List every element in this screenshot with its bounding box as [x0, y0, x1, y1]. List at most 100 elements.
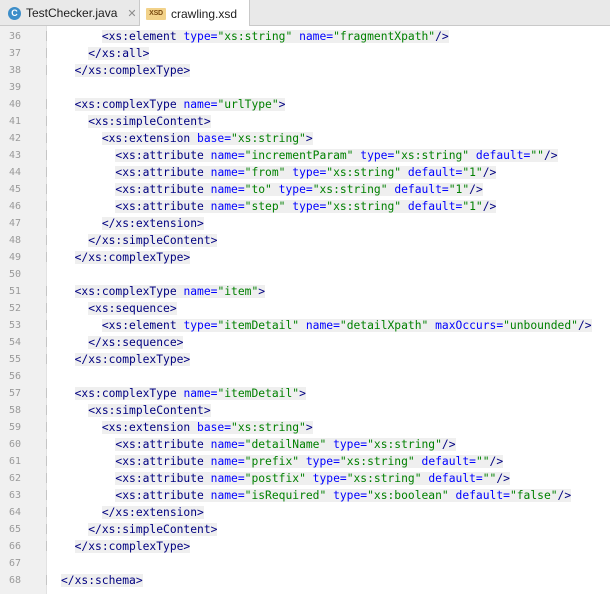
token-val: "itemDetail" — [217, 387, 300, 400]
fold-guide — [46, 235, 55, 245]
code-line[interactable]: 48 </xs:simpleContent> — [0, 232, 610, 249]
line-number: 42 — [8, 133, 21, 144]
xml-tag: <xs:extension base="xs:string"> — [101, 132, 313, 145]
line-number: 36 — [8, 31, 21, 42]
token-val: "xs:string" — [394, 149, 476, 162]
token-tag: > — [305, 132, 313, 145]
code-line[interactable]: 51 <xs:complexType name="item"> — [0, 283, 610, 300]
code-line[interactable]: 45 <xs:attribute name="to" type="xs:stri… — [0, 181, 610, 198]
tab-testchecker-java[interactable]: C TestChecker.java ✕ — [0, 0, 140, 26]
line-number: 68 — [8, 575, 21, 586]
fold-guide — [46, 48, 55, 58]
line-number: 53 — [8, 320, 21, 331]
token-attr: base= — [197, 421, 232, 434]
fold-guide — [46, 167, 55, 177]
close-tab-icon[interactable]: ✕ — [127, 7, 136, 20]
code-text: <xs:attribute name="prefix" type="xs:str… — [61, 453, 504, 470]
fold-guide — [46, 541, 55, 551]
code-line[interactable]: 65 </xs:simpleContent> — [0, 521, 610, 538]
code-line[interactable]: 46 <xs:attribute name="step" type="xs:st… — [0, 198, 610, 215]
code-line[interactable]: 39 — [0, 79, 610, 96]
code-line[interactable]: 58 <xs:simpleContent> — [0, 402, 610, 419]
code-line[interactable]: 61 <xs:attribute name="prefix" type="xs:… — [0, 453, 610, 470]
token-tag: <xs:attribute — [115, 489, 211, 502]
fold-guide — [46, 303, 55, 313]
code-line[interactable]: 62 <xs:attribute name="postfix" type="xs… — [0, 470, 610, 487]
token-attr: name= — [305, 319, 340, 332]
code-line[interactable]: 52 <xs:sequence> — [0, 300, 610, 317]
token-attr: type= — [292, 200, 327, 213]
xml-tag: </xs:complexType> — [74, 251, 191, 264]
token-tag: > — [278, 98, 286, 111]
token-val: "1" — [462, 166, 483, 179]
token-val: "detailXpath" — [339, 319, 436, 332]
token-tag: <xs:sequence> — [88, 302, 177, 315]
token-tag: <xs:attribute — [115, 149, 211, 162]
token-tag: </xs:all> — [88, 47, 150, 60]
line-number: 51 — [8, 286, 21, 297]
line-number: 66 — [8, 541, 21, 552]
code-line[interactable]: 63 <xs:attribute name="isRequired" type=… — [0, 487, 610, 504]
code-text: </xs:complexType> — [61, 538, 191, 555]
code-line[interactable]: 50 — [0, 266, 610, 283]
code-text: <xs:attribute name="postfix" type="xs:st… — [61, 470, 510, 487]
token-tag: </xs:complexType> — [74, 251, 191, 264]
code-line[interactable]: 54 </xs:sequence> — [0, 334, 610, 351]
fold-guide — [46, 473, 55, 483]
xml-tag: <xs:sequence> — [88, 302, 177, 315]
token-val: "from" — [244, 166, 293, 179]
xml-tag: </xs:complexType> — [74, 64, 191, 77]
token-val: "xs:string" — [231, 421, 306, 434]
token-tag: </xs:complexType> — [74, 540, 191, 553]
line-number: 50 — [8, 269, 21, 280]
code-line[interactable]: 56 — [0, 368, 610, 385]
code-line[interactable]: 47 </xs:extension> — [0, 215, 610, 232]
code-editor[interactable]: 36 <xs:element type="xs:string" name="fr… — [0, 26, 610, 594]
code-text: </xs:complexType> — [61, 351, 191, 368]
code-text: <xs:attribute name="step" type="xs:strin… — [61, 198, 497, 215]
code-line[interactable]: 55 </xs:complexType> — [0, 351, 610, 368]
code-line[interactable]: 41 <xs:simpleContent> — [0, 113, 610, 130]
code-line[interactable]: 67 — [0, 555, 610, 572]
code-line[interactable]: 42 <xs:extension base="xs:string"> — [0, 130, 610, 147]
token-tag: </xs:extension> — [101, 217, 204, 230]
code-text: <xs:attribute name="to" type="xs:string"… — [61, 181, 483, 198]
token-tag: </xs:complexType> — [74, 353, 191, 366]
xml-tag: </xs:sequence> — [88, 336, 184, 349]
code-line[interactable]: 66 </xs:complexType> — [0, 538, 610, 555]
token-tag: /> — [441, 438, 456, 451]
code-line[interactable]: 36 <xs:element type="xs:string" name="fr… — [0, 28, 610, 45]
fold-guide — [46, 456, 55, 466]
token-attr: default= — [428, 472, 483, 485]
code-line[interactable]: 68 </xs:schema> — [0, 572, 610, 589]
code-text: </xs:schema> — [61, 572, 143, 589]
line-number: 58 — [8, 405, 21, 416]
fold-guide — [46, 218, 55, 228]
code-line[interactable]: 37 </xs:all> — [0, 45, 610, 62]
token-attr: default= — [475, 149, 531, 162]
token-val: "itemDetail" — [217, 319, 306, 332]
code-line[interactable]: 60 <xs:attribute name="detailName" type=… — [0, 436, 610, 453]
code-text: <xs:extension base="xs:string"> — [61, 419, 313, 436]
token-val: "fragmentXpath" — [333, 30, 436, 43]
code-line[interactable]: 64 </xs:extension> — [0, 504, 610, 521]
code-text: <xs:complexType name="item"> — [61, 283, 266, 300]
fold-guide — [46, 439, 55, 449]
code-line[interactable]: 49 </xs:complexType> — [0, 249, 610, 266]
token-tag: /> — [482, 200, 497, 213]
code-line[interactable]: 44 <xs:attribute name="from" type="xs:st… — [0, 164, 610, 181]
code-line[interactable]: 43 <xs:attribute name="incrementParam" t… — [0, 147, 610, 164]
line-number: 59 — [8, 422, 21, 433]
token-val: "xs:string" — [217, 30, 300, 43]
code-line[interactable]: 57 <xs:complexType name="itemDetail"> — [0, 385, 610, 402]
code-line[interactable]: 38 </xs:complexType> — [0, 62, 610, 79]
xml-tag: <xs:attribute name="postfix" type="xs:st… — [115, 472, 510, 485]
code-line[interactable]: 53 <xs:element type="itemDetail" name="d… — [0, 317, 610, 334]
code-line[interactable]: 40 <xs:complexType name="urlType"> — [0, 96, 610, 113]
fold-guide — [46, 65, 55, 75]
code-line[interactable]: 59 <xs:extension base="xs:string"> — [0, 419, 610, 436]
tab-crawling-xsd[interactable]: XSD crawling.xsd — [140, 0, 250, 27]
line-number: 46 — [8, 201, 21, 212]
fold-guide — [46, 133, 55, 143]
token-tag: </xs:sequence> — [88, 336, 184, 349]
